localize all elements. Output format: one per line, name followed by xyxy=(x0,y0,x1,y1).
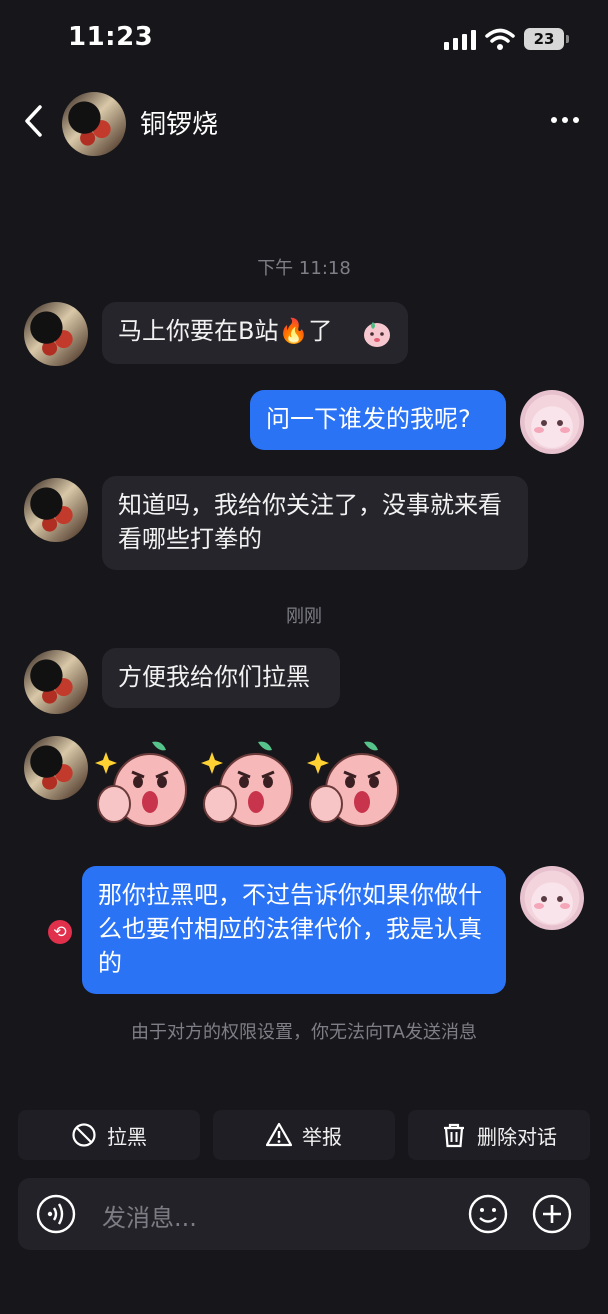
contact-avatar[interactable] xyxy=(62,92,126,156)
contact-avatar[interactable] xyxy=(24,478,88,542)
delete-label: 删除对话 xyxy=(477,1124,557,1149)
contact-avatar[interactable] xyxy=(24,302,88,366)
warning-icon xyxy=(266,1122,292,1147)
voice-icon[interactable] xyxy=(36,1194,76,1234)
peach-sticker-icon[interactable] xyxy=(92,738,192,834)
retry-icon[interactable]: ⟲ xyxy=(48,920,72,944)
status-bar: 11:23 23 xyxy=(0,0,608,80)
my-avatar[interactable] xyxy=(520,390,584,454)
outgoing-message[interactable]: 问一下谁发的我呢? xyxy=(250,390,506,450)
contact-name[interactable]: 铜锣烧 xyxy=(140,104,218,141)
contact-avatar[interactable] xyxy=(24,736,88,800)
message-input[interactable]: 发消息... xyxy=(102,1198,197,1233)
my-avatar[interactable] xyxy=(520,866,584,930)
timestamp: 刚刚 xyxy=(286,606,322,627)
report-button[interactable]: 举报 xyxy=(213,1110,395,1160)
plus-icon[interactable] xyxy=(532,1194,572,1234)
trash-icon xyxy=(444,1123,464,1148)
contact-avatar[interactable] xyxy=(24,650,88,714)
more-icon[interactable] xyxy=(548,108,582,132)
peach-sticker-icon[interactable] xyxy=(198,738,298,834)
block-label: 拉黑 xyxy=(107,1124,147,1149)
message-text: 问一下谁发的我呢? xyxy=(266,405,471,433)
status-time: 11:23 xyxy=(68,22,154,52)
incoming-message[interactable]: 方便我给你们拉黑 xyxy=(102,648,340,708)
emoji-icon[interactable] xyxy=(468,1194,508,1234)
message-text: 知道吗，我给你关注了，没事就来看看哪些打拳的 xyxy=(118,491,502,553)
message-text: 马上你要在B站🔥了 xyxy=(118,317,333,345)
message-text: 那你拉黑吧，不过告诉你如果你做什么也要付相应的法律代价，我是认真的 xyxy=(98,881,482,977)
message-input-bar: 发消息... xyxy=(18,1178,590,1250)
timestamp: 下午 11:18 xyxy=(257,258,351,279)
back-icon[interactable] xyxy=(22,104,46,138)
outgoing-message[interactable]: 那你拉黑吧，不过告诉你如果你做什么也要付相应的法律代价，我是认真的 xyxy=(82,866,506,994)
incoming-message[interactable]: 知道吗，我给你关注了，没事就来看看哪些打拳的 xyxy=(102,476,528,570)
signal-icon xyxy=(444,30,476,50)
message-text: 方便我给你们拉黑 xyxy=(118,663,310,691)
peach-emoji-icon xyxy=(364,322,390,347)
block-button[interactable]: 拉黑 xyxy=(18,1110,200,1160)
report-label: 举报 xyxy=(302,1124,342,1149)
block-icon xyxy=(72,1123,96,1147)
peach-sticker-icon[interactable] xyxy=(304,738,404,834)
wifi-icon xyxy=(485,28,515,50)
chat-header: 铜锣烧 xyxy=(0,86,608,158)
permission-notice: 由于对方的权限设置，你无法向TA发送消息 xyxy=(131,1022,477,1043)
battery-icon: 23 xyxy=(524,28,569,50)
delete-conversation-button[interactable]: 删除对话 xyxy=(408,1110,590,1160)
